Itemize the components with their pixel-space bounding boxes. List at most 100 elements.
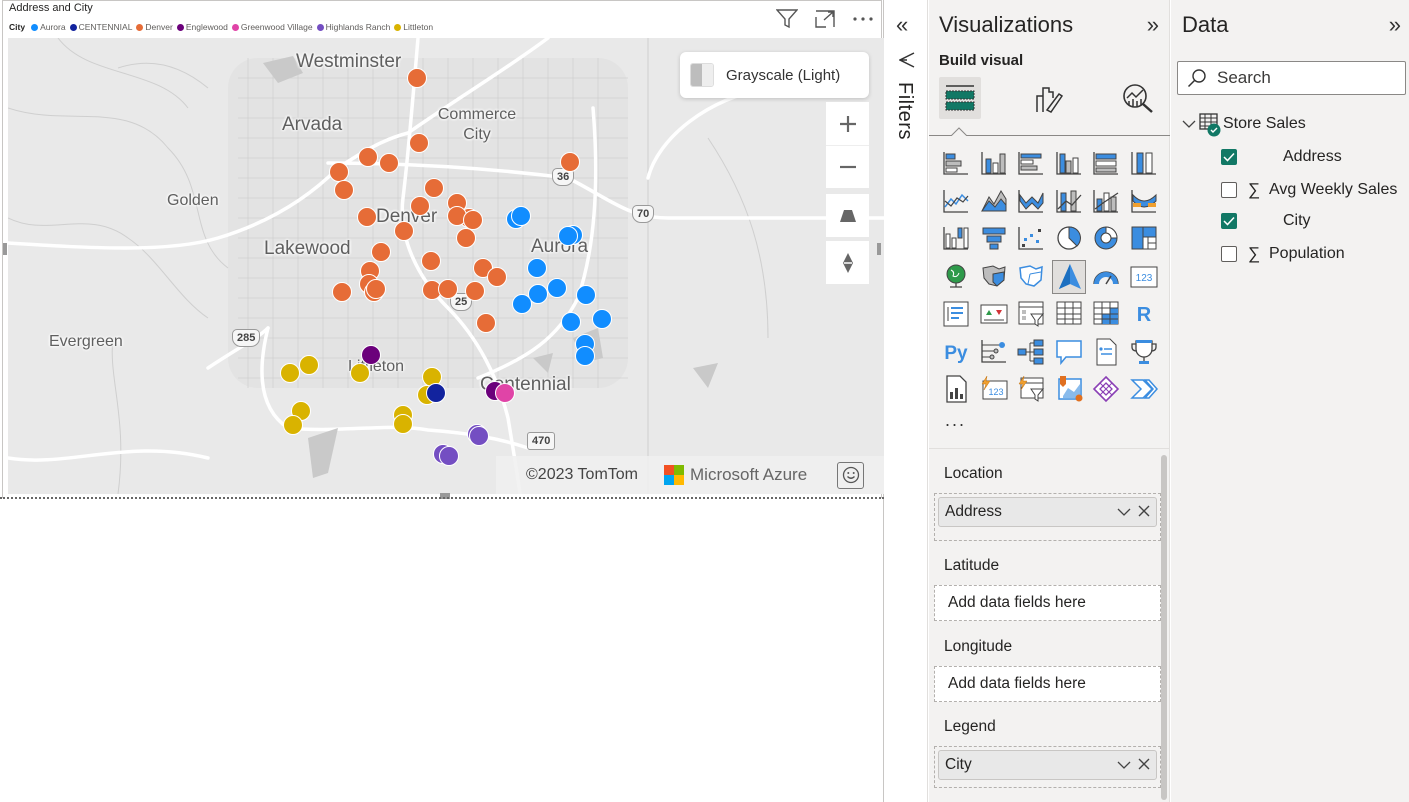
legend-item[interactable]: Greenwood Village <box>231 22 313 32</box>
viz-type-donut[interactable] <box>1089 222 1123 256</box>
map-point-aurora[interactable] <box>511 206 531 226</box>
viz-type-paginated-report[interactable] <box>939 372 973 406</box>
well-location[interactable]: Address <box>934 493 1161 541</box>
map-point-aurora[interactable] <box>561 312 581 332</box>
viz-type-gauge[interactable] <box>1089 260 1123 294</box>
map-point-denver[interactable] <box>379 153 399 173</box>
filter-icon[interactable] <box>775 7 799 31</box>
map-point-highlands-ranch[interactable] <box>469 426 489 446</box>
viz-type-python-visual[interactable]: Py <box>939 335 973 369</box>
viz-type-stacked-column[interactable] <box>977 147 1011 181</box>
field-checkbox[interactable] <box>1221 182 1237 198</box>
well-longitude[interactable]: Add data fields here <box>934 666 1161 702</box>
map-point-aurora[interactable] <box>592 309 612 329</box>
more-visuals-button[interactable]: ... <box>945 410 966 431</box>
map-point-littleton[interactable] <box>299 355 319 375</box>
map-point-denver[interactable] <box>438 279 458 299</box>
viz-type-area[interactable] <box>977 185 1011 219</box>
viz-type-kpi[interactable] <box>977 297 1011 331</box>
map-point-denver[interactable] <box>409 133 429 153</box>
viz-type-100-stacked-column[interactable] <box>1127 147 1161 181</box>
map-point-littleton[interactable] <box>280 363 300 383</box>
viz-type-slicer[interactable] <box>1014 297 1048 331</box>
map-point-denver[interactable] <box>394 221 414 241</box>
resize-handle[interactable] <box>3 243 7 255</box>
viz-type-waterfall[interactable] <box>939 222 973 256</box>
report-canvas[interactable]: Address and City City Aurora CENTENNIAL … <box>0 0 884 802</box>
map-point-denver[interactable] <box>357 207 377 227</box>
zoom-out-button[interactable] <box>826 145 869 188</box>
map-point-denver[interactable] <box>371 242 391 262</box>
data-search-box[interactable] <box>1177 61 1406 95</box>
viz-type-treemap[interactable] <box>1127 222 1161 256</box>
collapse-visualizations-icon[interactable]: » <box>1147 12 1159 38</box>
chevron-down-icon[interactable] <box>1181 116 1197 132</box>
viz-type-clustered-bar[interactable] <box>1014 147 1048 181</box>
map-point-denver[interactable] <box>329 162 349 182</box>
filters-label[interactable]: Filters <box>893 82 916 140</box>
map-point-aurora[interactable] <box>558 226 578 246</box>
map-point-aurora[interactable] <box>547 278 567 298</box>
map-point-denver[interactable] <box>465 281 485 301</box>
legend-item[interactable]: Denver <box>136 22 173 32</box>
map-point-aurora[interactable] <box>527 258 547 278</box>
viz-type-100-stacked-bar[interactable] <box>1089 147 1123 181</box>
viz-type-shape-map[interactable] <box>1014 260 1048 294</box>
map-point-denver[interactable] <box>332 282 352 302</box>
data-search-input[interactable] <box>1217 68 1387 88</box>
map-point-denver[interactable] <box>334 180 354 200</box>
map-point-littleton[interactable] <box>393 414 413 434</box>
map-point-denver[interactable] <box>358 147 378 167</box>
field-checkbox[interactable] <box>1221 246 1237 262</box>
tab-analytics[interactable] <box>1117 77 1159 119</box>
azure-map-visual[interactable]: Address and City City Aurora CENTENNIAL … <box>2 0 884 499</box>
viz-type-scatter[interactable] <box>1014 222 1048 256</box>
map-point-denver[interactable] <box>487 267 507 287</box>
viz-type-power-apps-slicer[interactable] <box>1014 372 1048 406</box>
filter-icon[interactable] <box>898 52 915 73</box>
viz-type-stacked-bar[interactable] <box>939 147 973 181</box>
remove-field-icon[interactable] <box>1137 757 1151 771</box>
legend-item[interactable]: Littleton <box>394 22 433 32</box>
viz-type-arcgis-map[interactable] <box>1052 372 1086 406</box>
map-point-highlands-ranch[interactable] <box>439 446 459 466</box>
viz-type-azure-map[interactable] <box>1051 259 1086 294</box>
viz-type-stacked-area[interactable] <box>1014 185 1048 219</box>
tab-format-visual[interactable] <box>1028 77 1070 119</box>
legend-item[interactable]: Aurora <box>31 22 66 32</box>
wells-scrollbar[interactable] <box>1161 455 1167 800</box>
map-point-aurora[interactable] <box>575 346 595 366</box>
chevron-down-icon[interactable] <box>1116 504 1132 520</box>
legend-item[interactable]: CENTENNIAL <box>69 22 132 32</box>
zoom-in-button[interactable] <box>826 102 869 145</box>
field-checkbox[interactable] <box>1221 213 1237 229</box>
viz-type-funnel[interactable] <box>977 222 1011 256</box>
viz-type-line-stacked-column[interactable] <box>1052 185 1086 219</box>
map-point-aurora[interactable] <box>576 285 596 305</box>
map-point-englewood[interactable] <box>361 345 381 365</box>
viz-type-power-automate[interactable] <box>1127 372 1161 406</box>
filters-pane-collapsed[interactable]: « Filters <box>885 0 928 802</box>
map-point-denver[interactable] <box>366 279 386 299</box>
viz-type-power-apps-card[interactable]: 123 <box>977 372 1011 406</box>
feedback-button[interactable] <box>837 461 865 489</box>
viz-type-r-visual[interactable]: R <box>1127 297 1161 331</box>
well-field-address[interactable]: Address <box>938 497 1157 527</box>
collapse-panes-icon[interactable]: « <box>896 12 908 38</box>
map-point-denver[interactable] <box>407 68 427 88</box>
viz-type-decomposition-tree[interactable] <box>1014 335 1048 369</box>
field-address[interactable]: Address <box>1221 148 1342 166</box>
more-options-icon[interactable] <box>851 7 875 31</box>
viz-type-filled-map[interactable] <box>977 260 1011 294</box>
tab-build-visual[interactable] <box>939 77 981 119</box>
viz-type-qa[interactable] <box>1052 335 1086 369</box>
viz-type-line[interactable] <box>939 185 973 219</box>
viz-type-card[interactable]: 123 <box>1127 260 1161 294</box>
map-point-aurora[interactable] <box>512 294 532 314</box>
well-latitude[interactable]: Add data fields here <box>934 585 1161 621</box>
well-field-city[interactable]: City <box>938 750 1157 780</box>
field-city[interactable]: City <box>1221 212 1311 230</box>
map-point-greenwood-village[interactable] <box>495 383 515 403</box>
viz-type-key-influencers[interactable] <box>977 335 1011 369</box>
pitch-button[interactable] <box>826 194 869 237</box>
